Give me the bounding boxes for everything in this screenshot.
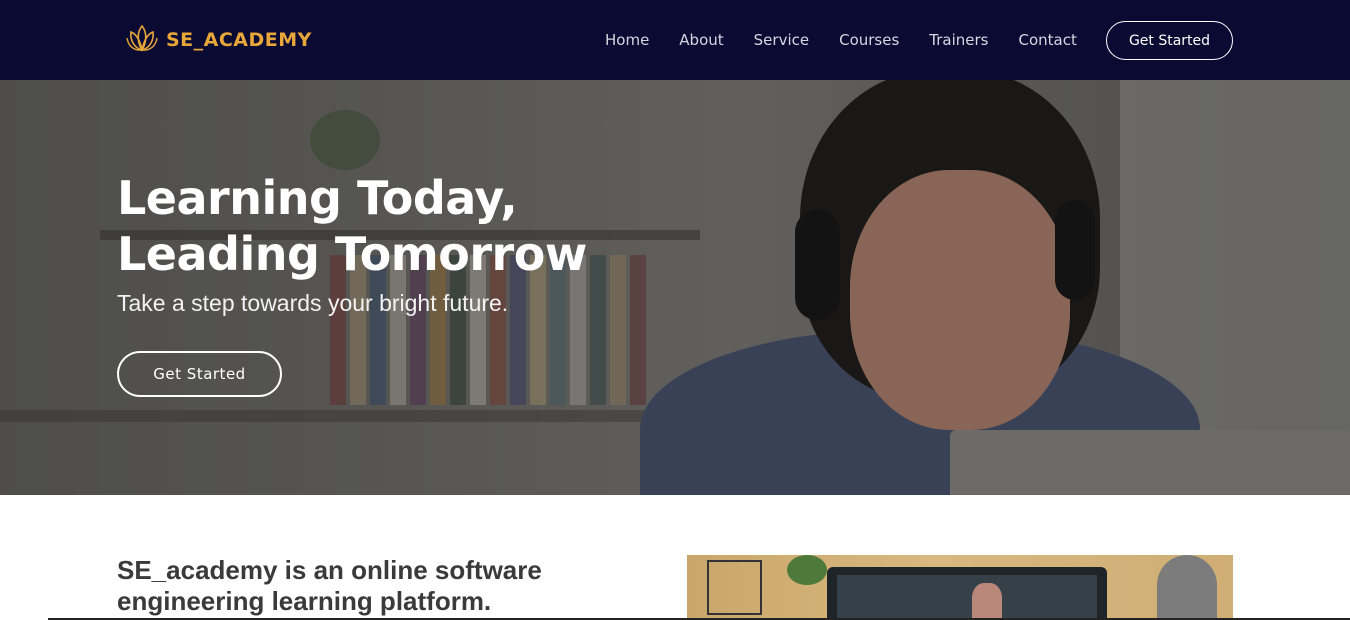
nav-contact[interactable]: Contact [1018,31,1076,49]
about-image-person [972,583,1002,620]
hero-title-line-2: Leading Tomorrow [117,227,587,281]
nav-about[interactable]: About [679,31,723,49]
navbar: SE_ACADEMY Home About Service Courses Tr… [0,0,1350,80]
lotus-icon [124,20,160,61]
hero-section: Learning Today, Leading Tomorrow Take a … [0,80,1350,495]
nav-service[interactable]: Service [754,31,809,49]
about-image [687,555,1233,620]
hero-title: Learning Today, Leading Tomorrow [117,170,677,282]
main-nav: Home About Service Courses Trainers Cont… [590,0,1092,80]
about-heading-line-2: engineering learning platform. [117,586,492,616]
about-image-chair [1157,555,1217,620]
nav-courses[interactable]: Courses [839,31,899,49]
about-image-rack [707,560,762,615]
about-heading-line-1: SE_academy is an online software [117,555,542,585]
nav-home[interactable]: Home [605,31,649,49]
nav-trainers[interactable]: Trainers [929,31,988,49]
about-image-screen [837,575,1097,620]
hero-get-started-button[interactable]: Get Started [117,351,282,397]
brand-link[interactable]: SE_ACADEMY [124,22,312,58]
about-image-plant [787,555,827,585]
brand-name: SE_ACADEMY [166,29,312,51]
about-heading: SE_academy is an online software enginee… [117,555,587,617]
hero-title-line-1: Learning Today, [117,171,518,225]
nav-get-started-button[interactable]: Get Started [1106,21,1233,60]
hero-overlay [0,80,1350,495]
hero-subtitle: Take a step towards your bright future. [117,290,509,316]
